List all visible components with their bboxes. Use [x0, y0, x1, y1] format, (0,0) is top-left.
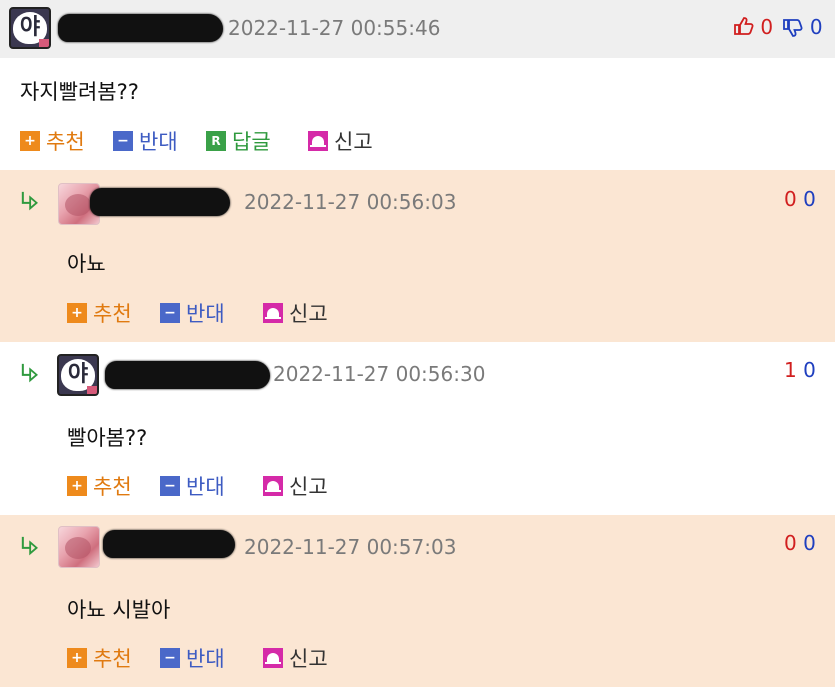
reply-actions: + 추천 − 반대 신고 [67, 643, 367, 673]
minus-icon: − [113, 131, 133, 151]
reply-item: 2022-11-27 00:56:03 0 0 아뇨 + 추천 − 반대 신고 [0, 170, 835, 342]
reply-like-count: 0 [784, 187, 797, 211]
oppose-button[interactable]: − 반대 [113, 126, 178, 156]
minus-icon: − [160, 476, 180, 496]
reply-item: 2022-11-27 00:57:03 0 0 아뇨 시발아 + 추천 − 반대… [0, 515, 835, 687]
avatar[interactable]: 야 [9, 7, 51, 49]
recommend-button[interactable]: + 추천 [67, 298, 132, 328]
reply-content: 아뇨 시발아 [67, 598, 171, 622]
plus-icon: + [67, 648, 87, 668]
avatar[interactable] [58, 526, 100, 568]
reply-like-count: 1 [784, 358, 797, 382]
post-body: 자지빨려봄?? + 추천 − 반대 R 답글 신고 [0, 58, 835, 168]
reply-dislike-count: 0 [803, 187, 816, 211]
redacted-username [105, 361, 270, 389]
siren-icon [263, 303, 283, 323]
post-like-count: 0 [760, 15, 774, 39]
reply-button[interactable]: R 답글 [206, 126, 271, 156]
post-votes: 0 0 [732, 15, 823, 39]
reply-votes: 1 0 [784, 358, 816, 382]
post-timestamp: 2022-11-27 00:55:46 [228, 16, 441, 40]
report-button[interactable]: 신고 [263, 643, 328, 673]
reply-content: 아뇨 [67, 252, 106, 276]
reply-badge-icon: R [206, 131, 226, 151]
redacted-username [103, 530, 235, 558]
reply-actions: + 추천 − 반대 신고 [67, 471, 367, 501]
report-button[interactable]: 신고 [308, 126, 373, 156]
reply-timestamp: 2022-11-27 00:56:30 [273, 362, 486, 386]
reply-dislike-count: 0 [803, 358, 816, 382]
reply-votes: 0 0 [784, 187, 816, 211]
reply-dislike-count: 0 [803, 531, 816, 555]
siren-icon [308, 131, 328, 151]
oppose-button[interactable]: − 반대 [160, 298, 225, 328]
minus-icon: − [160, 648, 180, 668]
thumbs-up-icon[interactable] [732, 15, 754, 37]
plus-icon: + [20, 131, 40, 151]
reply-arrow-icon [21, 363, 38, 383]
reply-content: 빨아봄?? [67, 426, 148, 450]
reply-timestamp: 2022-11-27 00:56:03 [244, 190, 457, 214]
reply-arrow-icon [21, 191, 38, 211]
redacted-username [90, 188, 230, 216]
reply-item: 야 2022-11-27 00:56:30 1 0 빨아봄?? + 추천 − 반… [0, 342, 835, 514]
report-button[interactable]: 신고 [263, 298, 328, 328]
report-button[interactable]: 신고 [263, 471, 328, 501]
recommend-button[interactable]: + 추천 [67, 471, 132, 501]
reply-timestamp: 2022-11-27 00:57:03 [244, 535, 457, 559]
reply-actions: + 추천 − 반대 신고 [67, 298, 367, 328]
post-header: 야 2022-11-27 00:55:46 0 0 [0, 0, 835, 58]
siren-icon [263, 476, 283, 496]
oppose-button[interactable]: − 반대 [160, 643, 225, 673]
post-dislike-count: 0 [809, 15, 823, 39]
avatar[interactable]: 야 [57, 354, 99, 396]
plus-icon: + [67, 476, 87, 496]
reply-like-count: 0 [784, 531, 797, 555]
recommend-button[interactable]: + 추천 [20, 126, 85, 156]
thumbs-down-icon[interactable] [781, 17, 803, 39]
reply-votes: 0 0 [784, 531, 816, 555]
minus-icon: − [160, 303, 180, 323]
post-content: 자지빨려봄?? [20, 80, 139, 104]
recommend-button[interactable]: + 추천 [67, 643, 132, 673]
plus-icon: + [67, 303, 87, 323]
reply-arrow-icon [21, 536, 38, 556]
main-post: 야 2022-11-27 00:55:46 0 0 자지빨려봄?? + 추천 −… [0, 0, 835, 168]
post-actions: + 추천 − 반대 R 답글 신고 [20, 126, 440, 156]
siren-icon [263, 648, 283, 668]
oppose-button[interactable]: − 반대 [160, 471, 225, 501]
redacted-username [58, 14, 223, 42]
